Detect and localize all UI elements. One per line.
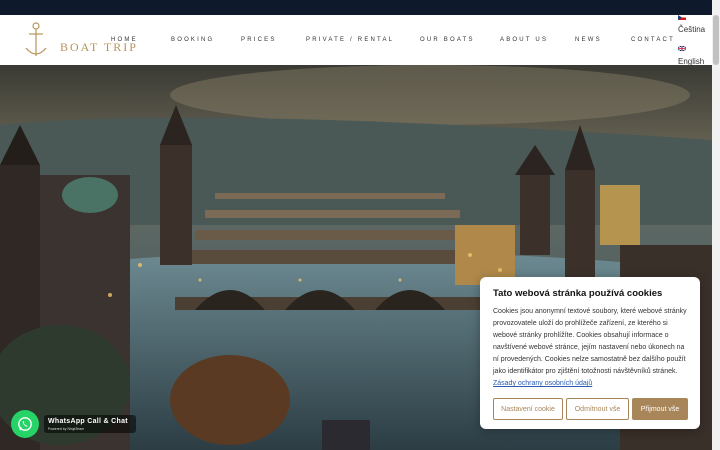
whatsapp-icon — [18, 417, 32, 431]
logo[interactable]: BOAT TRIP — [20, 20, 136, 60]
uk-flag-icon — [678, 46, 686, 51]
cookie-text: Cookies jsou anonymní textové soubory, k… — [493, 308, 687, 375]
whatsapp-powered-by: Powered by NinjaTeam — [48, 427, 84, 431]
whatsapp-label[interactable]: WhatsApp Call & Chat Powered by NinjaTea… — [44, 415, 136, 433]
cookie-consent-dialog: Tato webová stránka používá cookies Cook… — [480, 277, 700, 429]
whatsapp-button[interactable] — [11, 410, 39, 438]
scrollbar[interactable] — [712, 0, 720, 450]
cookie-title: Tato webová stránka používá cookies — [493, 288, 663, 299]
accept-all-button[interactable]: Přijmout vše — [632, 398, 688, 420]
nav-booking[interactable]: BOOKING — [171, 37, 214, 43]
anchor-icon — [25, 22, 47, 56]
cz-flag-icon — [678, 15, 686, 20]
cookie-description: Cookies jsou anonymní textové soubory, k… — [493, 306, 689, 390]
nav-our-boats[interactable]: OUR BOATS — [420, 37, 475, 43]
lang-czech[interactable]: Čeština — [678, 25, 705, 34]
privacy-policy-link[interactable]: Zásady ochrany osobních údajů — [493, 380, 592, 387]
cookie-settings-button[interactable]: Nastavení cookie — [493, 398, 563, 420]
whatsapp-label-text: WhatsApp Call & Chat — [48, 418, 128, 425]
scrollbar-thumb[interactable] — [713, 15, 719, 65]
nav-about-us[interactable]: ABOUT US — [500, 37, 548, 43]
reject-all-button[interactable]: Odmítnout vše — [566, 398, 629, 420]
nav-news[interactable]: NEWS — [575, 37, 602, 43]
top-bar — [0, 0, 712, 15]
nav-private-rental[interactable]: PRIVATE / RENTAL — [306, 37, 394, 43]
nav-contact[interactable]: CONTACT — [631, 37, 675, 43]
nav-prices[interactable]: PRICES — [241, 37, 277, 43]
nav-home[interactable]: HOME — [111, 37, 138, 43]
